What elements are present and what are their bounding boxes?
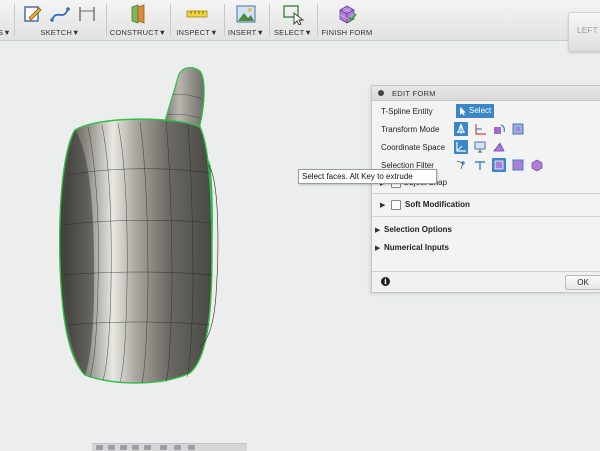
pointer-arrow-icon <box>460 107 466 116</box>
translate-icon[interactable] <box>473 122 487 136</box>
select-button-label: Select <box>469 106 492 115</box>
row-label: T-Spline Entity <box>381 107 433 116</box>
row-label: Transform Mode <box>381 125 440 134</box>
toolbar-label: INSPECT <box>176 28 211 37</box>
multi-transform-icon[interactable] <box>454 122 468 136</box>
caret-down-icon: ▼ <box>72 28 80 37</box>
grid-settings-icon[interactable] <box>174 445 181 450</box>
object-filter-icon[interactable] <box>530 158 544 172</box>
toolbar-group-sketch[interactable]: SKETCH▼ <box>16 0 104 40</box>
ok-button[interactable]: OK <box>565 275 600 290</box>
toolbar-label: CONSTRUCT <box>109 28 159 37</box>
local-space-icon[interactable] <box>492 140 506 154</box>
row-transform-mode: Transform Mode <box>372 121 600 137</box>
face-filter-icon[interactable] <box>492 158 506 172</box>
toolbar-label: SELECT <box>273 28 305 37</box>
expand-icon[interactable]: ▶ <box>380 201 385 209</box>
divider <box>372 193 600 194</box>
numerical-inputs-section[interactable]: ▶ Numerical Inputs <box>372 240 600 256</box>
divider <box>372 216 600 217</box>
pan-icon[interactable] <box>120 445 127 450</box>
toolbar-group-create[interactable]: S▼ <box>0 0 14 40</box>
tspline-body[interactable] <box>40 55 280 395</box>
toolbar: S▼ SKETCH▼ CONSTRUCT▼ INSPECT▼ INSERT▼ S… <box>0 0 600 41</box>
caret-down-icon: ▼ <box>158 28 167 37</box>
spline-icon[interactable] <box>49 3 71 25</box>
row-coordinate-space: Coordinate Space <box>372 139 600 155</box>
row-label: Coordinate Space <box>381 143 446 152</box>
rotate-icon[interactable] <box>492 122 506 136</box>
world-space-icon[interactable] <box>454 140 468 154</box>
info-icon[interactable]: i <box>381 277 390 286</box>
panel-title: EDIT FORM <box>392 89 436 98</box>
sketch-edit-icon[interactable] <box>22 3 44 25</box>
look-at-icon[interactable] <box>108 445 115 450</box>
view-space-icon[interactable] <box>473 140 487 154</box>
fit-icon[interactable] <box>144 445 151 450</box>
offset-plane-icon[interactable] <box>127 3 149 25</box>
toolbar-separator <box>170 4 171 36</box>
toolbar-label: FINISH FORM <box>321 28 373 37</box>
view-cube-face-label: LEFT <box>577 26 598 35</box>
row-tspline-entity: T-Spline Entity Select <box>372 103 600 119</box>
expand-icon[interactable]: ▶ <box>375 244 380 252</box>
zoom-icon[interactable] <box>132 445 139 450</box>
toolbar-separator <box>317 4 318 36</box>
toolbar-label: SKETCH <box>40 28 72 37</box>
soft-modification-row[interactable]: ▶ Soft Modification <box>372 197 600 213</box>
finish-form-icon[interactable] <box>336 3 358 25</box>
expand-icon[interactable]: ▶ <box>375 226 380 234</box>
selection-options-section[interactable]: ▶ Selection Options <box>372 222 600 238</box>
select-entity-button[interactable]: Select <box>456 104 494 118</box>
edge-filter-icon[interactable] <box>473 158 487 172</box>
scale-icon[interactable] <box>511 122 525 136</box>
collapse-icon[interactable] <box>378 90 384 96</box>
panel-header[interactable]: EDIT FORM <box>372 86 600 101</box>
caret-down-icon: ▼ <box>3 28 11 37</box>
display-settings-icon[interactable] <box>160 445 167 450</box>
numerical-inputs-label: Numerical Inputs <box>384 243 449 252</box>
toolbar-group-finish-form[interactable]: FINISH FORM <box>319 0 375 40</box>
toolbar-label: INSERT <box>227 28 257 37</box>
viewports-icon[interactable] <box>188 445 195 450</box>
caret-down-icon: ▼ <box>256 28 265 37</box>
selection-options-label: Selection Options <box>384 225 453 234</box>
toolbar-separator <box>269 4 270 36</box>
vertex-filter-icon[interactable] <box>454 158 468 172</box>
toolbar-group-inspect[interactable]: INSPECT▼ <box>172 0 222 40</box>
toolbar-group-select[interactable]: SELECT▼ <box>271 0 315 40</box>
caret-down-icon: ▼ <box>210 28 218 37</box>
toolbar-group-insert[interactable]: INSERT▼ <box>226 0 266 40</box>
edit-form-panel: EDIT FORM T-Spline Entity Select Transfo… <box>371 85 600 293</box>
body-filter-icon[interactable] <box>511 158 525 172</box>
toolbar-separator <box>14 4 15 36</box>
view-cube[interactable]: LEFT <box>568 12 600 52</box>
selection-filter-tooltip: Select faces. Alt Key to extrude <box>298 169 437 184</box>
caret-down-icon: ▼ <box>304 28 312 37</box>
insert-image-icon[interactable] <box>235 3 257 25</box>
toolbar-group-construct[interactable]: CONSTRUCT▼ <box>108 0 168 40</box>
orbit-icon[interactable] <box>96 445 103 450</box>
soft-modification-label: Soft Modification <box>405 200 470 209</box>
select-window-icon[interactable] <box>282 3 304 25</box>
soft-modification-checkbox[interactable] <box>391 200 401 210</box>
measure-icon[interactable] <box>186 3 208 25</box>
panel-footer: i OK <box>372 271 600 292</box>
toolbar-separator <box>106 4 107 36</box>
toolbar-separator <box>224 4 225 36</box>
dimension-icon[interactable] <box>76 3 98 25</box>
